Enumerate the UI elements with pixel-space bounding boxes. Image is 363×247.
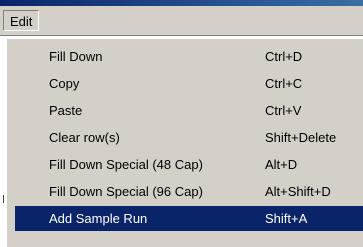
- menu-item-shortcut: Alt+Shift+D: [265, 184, 331, 199]
- menu-item-shortcut: Alt+D: [265, 157, 298, 172]
- menu-item-add-sample-run[interactable]: Add Sample Run Shift+A: [15, 206, 363, 231]
- edit-dropdown-menu: Fill Down Ctrl+D Copy Ctrl+C Paste Ctrl+…: [6, 38, 363, 247]
- menu-bar: Edit: [0, 6, 363, 36]
- menu-item-label: Add Sample Run: [49, 211, 148, 226]
- menu-item-shortcut: Ctrl+D: [265, 49, 303, 64]
- menu-item-fill-down-special-96[interactable]: Fill Down Special (96 Cap) Alt+Shift+D: [15, 179, 363, 204]
- menu-item-label: Copy: [49, 76, 80, 91]
- menu-item-clear-rows[interactable]: Clear row(s) Shift+Delete: [15, 125, 363, 150]
- menu-item-shortcut: Shift+A: [265, 211, 308, 226]
- menu-item-paste[interactable]: Paste Ctrl+V: [15, 98, 363, 123]
- window-edge-marker: [3, 195, 4, 203]
- menu-item-label: Fill Down Special (48 Cap): [49, 157, 203, 172]
- menu-item-label: Paste: [49, 103, 83, 118]
- menu-item-shortcut: Shift+Delete: [265, 130, 337, 145]
- menu-edit[interactable]: Edit: [3, 10, 40, 31]
- menu-item-label: Clear row(s): [49, 130, 120, 145]
- menu-item-label: Fill Down: [49, 49, 103, 64]
- menu-item-fill-down-special-48[interactable]: Fill Down Special (48 Cap) Alt+D: [15, 152, 363, 177]
- menu-item-shortcut: Ctrl+V: [265, 103, 302, 118]
- menu-item-copy[interactable]: Copy Ctrl+C: [15, 71, 363, 96]
- menu-item-label: Fill Down Special (96 Cap): [49, 184, 203, 199]
- menu-item-shortcut: Ctrl+C: [265, 76, 303, 91]
- menu-item-fill-down[interactable]: Fill Down Ctrl+D: [15, 44, 363, 69]
